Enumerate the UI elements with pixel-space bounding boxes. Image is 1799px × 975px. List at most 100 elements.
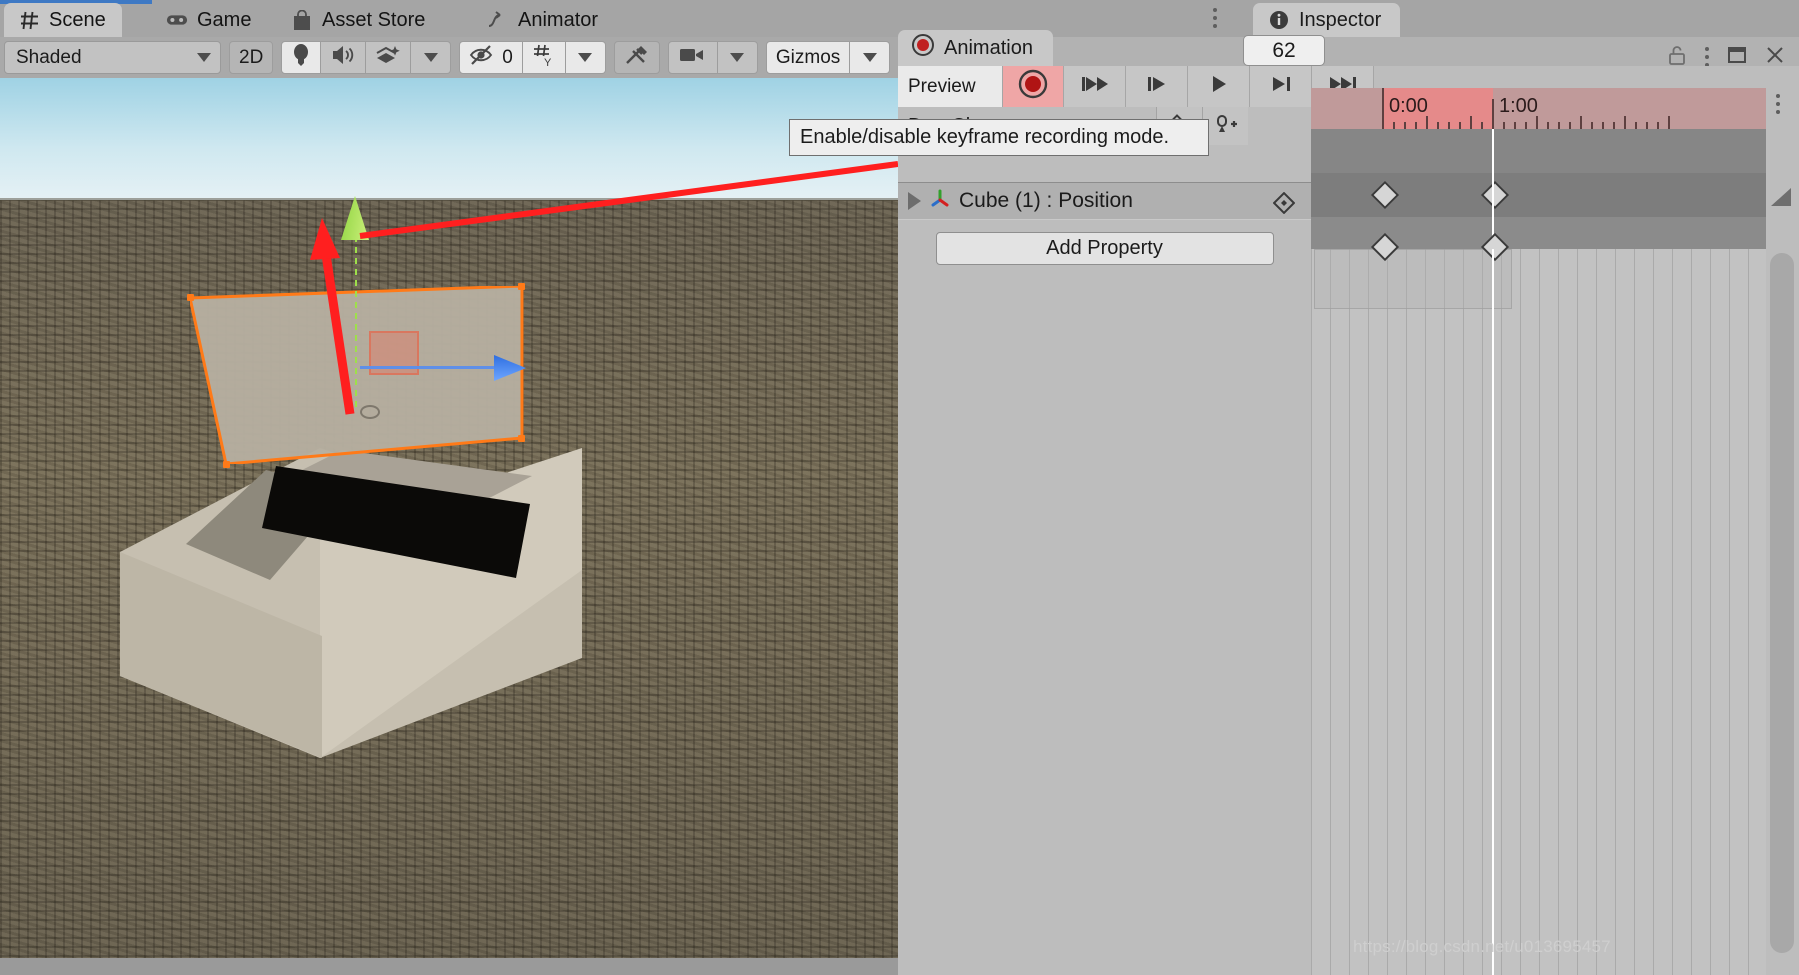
tab-animation[interactable]: Animation	[898, 30, 1053, 66]
selection-handle-dot	[518, 283, 525, 290]
add-property-label: Add Property	[1046, 236, 1163, 259]
camera-icon	[678, 45, 708, 71]
animated-property-row[interactable]: Cube (1) : Position	[898, 182, 1311, 220]
prev-keyframe-button[interactable]	[1126, 66, 1188, 107]
store-bag-icon	[291, 9, 313, 31]
animator-icon	[487, 9, 509, 31]
dope-row-summary[interactable]	[1311, 129, 1766, 173]
tab-scene-label: Scene	[49, 8, 106, 31]
tab-animation-label: Animation	[944, 36, 1033, 59]
selection-handle-dot	[187, 294, 194, 301]
gizmos-label: Gizmos	[775, 46, 841, 68]
toggle-fx-button[interactable]	[366, 41, 412, 74]
scene-pane-menu-icon[interactable]	[1213, 8, 1217, 28]
animated-property-label: Cube (1) : Position	[959, 189, 1133, 212]
lightbulb-icon	[291, 43, 311, 73]
toggle-audio-button[interactable]	[321, 41, 367, 74]
gamepad-icon	[166, 9, 188, 31]
tab-animator-label: Animator	[518, 8, 599, 31]
preview-label: Preview	[908, 75, 976, 97]
scene-view-toolbar: Shaded 2D 0 Y Gizmos	[0, 37, 898, 78]
current-frame-field[interactable]: 62	[1243, 35, 1325, 66]
skip-start-icon	[1080, 74, 1110, 99]
tab-asset-store-label: Asset Store	[322, 8, 426, 31]
record-button[interactable]	[1002, 66, 1064, 107]
tools-icon	[624, 43, 650, 73]
scene-bottom-bar	[0, 958, 898, 975]
gizmos-button[interactable]: Gizmos	[765, 41, 851, 74]
curve-timeline-area[interactable]	[1311, 232, 1766, 975]
tab-asset-store[interactable]: Asset Store	[277, 3, 441, 37]
gizmos-dropdown[interactable]	[850, 41, 891, 74]
curve-range-box	[1314, 249, 1512, 309]
tab-game[interactable]: Game	[152, 3, 267, 37]
eye-off-icon	[469, 44, 497, 72]
scene-tools-button[interactable]	[613, 41, 660, 74]
expand-triangle-icon[interactable]	[908, 192, 921, 210]
chevron-down-icon	[423, 53, 438, 62]
hierarchy-empty-area	[898, 276, 1311, 975]
play-button[interactable]	[1188, 66, 1250, 107]
grid-snap-dropdown[interactable]	[565, 41, 606, 74]
scene-sky	[0, 78, 898, 206]
add-property-row: Add Property	[898, 220, 1311, 276]
gizmo-center-handle[interactable]	[360, 405, 380, 419]
timeline-tick-label: 1:00	[1499, 95, 1538, 117]
chest-lid-mesh[interactable]	[190, 286, 522, 464]
hidden-objects-button[interactable]: 0	[459, 41, 523, 74]
transform-axis-icon	[929, 187, 951, 215]
watermark: https://blog.csdn.net/u013695457	[1353, 937, 1611, 956]
tooltip-text: Enable/disable keyframe recording mode.	[800, 126, 1170, 148]
keyframe-diamond-icon[interactable]	[1272, 191, 1296, 220]
gizmo-y-axis-line[interactable]	[355, 236, 357, 412]
zoom-handle-icon[interactable]	[1771, 188, 1791, 206]
add-property-button[interactable]: Add Property	[935, 231, 1274, 265]
grid-snap-button[interactable]: Y	[522, 41, 566, 74]
preview-toggle-button[interactable]: Preview	[898, 66, 1002, 107]
scene-view[interactable]	[0, 78, 898, 975]
vertical-scroll-thumb[interactable]	[1770, 253, 1794, 953]
grid-snap-icon: Y	[532, 43, 556, 73]
info-icon	[1268, 9, 1290, 31]
tooltip: Enable/disable keyframe recording mode.	[789, 119, 1209, 156]
record-button-icon	[1018, 69, 1048, 104]
tab-inspector-label: Inspector	[1299, 8, 1382, 31]
tab-game-label: Game	[197, 8, 252, 31]
animation-pane-menu-icon[interactable]	[1776, 94, 1780, 114]
toggle-2d-button[interactable]: 2D	[229, 41, 274, 74]
play-icon	[1209, 74, 1229, 99]
vertical-scroll-track[interactable]	[1766, 88, 1799, 975]
timeline-tick-label: 0:00	[1389, 95, 1428, 117]
toggle-lighting-button[interactable]	[281, 41, 322, 74]
svg-text:Y: Y	[544, 57, 552, 67]
tab-scene[interactable]: Scene	[4, 3, 122, 37]
unity-editor-window: Scene Game Asset Store Animator Inspecto…	[0, 0, 1799, 975]
grid-icon	[18, 9, 40, 31]
chevron-down-icon	[862, 53, 877, 62]
timeline-ruler[interactable]: 0:00 1:00	[1311, 88, 1766, 129]
speaker-icon	[330, 44, 356, 72]
two-d-label: 2D	[239, 46, 264, 68]
playhead-line[interactable]	[1492, 129, 1494, 249]
tab-animator[interactable]: Animator	[473, 3, 614, 37]
fx-dropdown-button[interactable]	[411, 41, 452, 74]
selection-handle-dot	[223, 461, 230, 468]
scene-horizon-line	[0, 198, 898, 201]
chevron-down-icon	[197, 53, 211, 62]
playhead-line[interactable]	[1492, 249, 1494, 975]
first-frame-button[interactable]	[1064, 66, 1126, 107]
scene-camera-dropdown[interactable]	[717, 41, 758, 74]
add-event-icon	[1213, 112, 1239, 141]
animation-window: Animation Preview 62 0:00 1:00 Cube (1) …	[898, 30, 1799, 975]
gizmo-x-axis-line[interactable]	[360, 366, 495, 369]
next-keyframe-button[interactable]	[1250, 66, 1312, 107]
draw-mode-dropdown[interactable]: Shaded	[4, 41, 221, 74]
effects-icon	[375, 44, 401, 72]
hidden-count-label: 0	[502, 46, 513, 68]
chevron-down-icon	[730, 53, 745, 62]
dope-sheet[interactable]	[1311, 129, 1766, 249]
scene-camera-button[interactable]	[667, 41, 718, 74]
record-circle-icon	[912, 34, 934, 62]
selection-handle-dot	[518, 435, 525, 442]
chevron-down-icon	[578, 53, 593, 62]
